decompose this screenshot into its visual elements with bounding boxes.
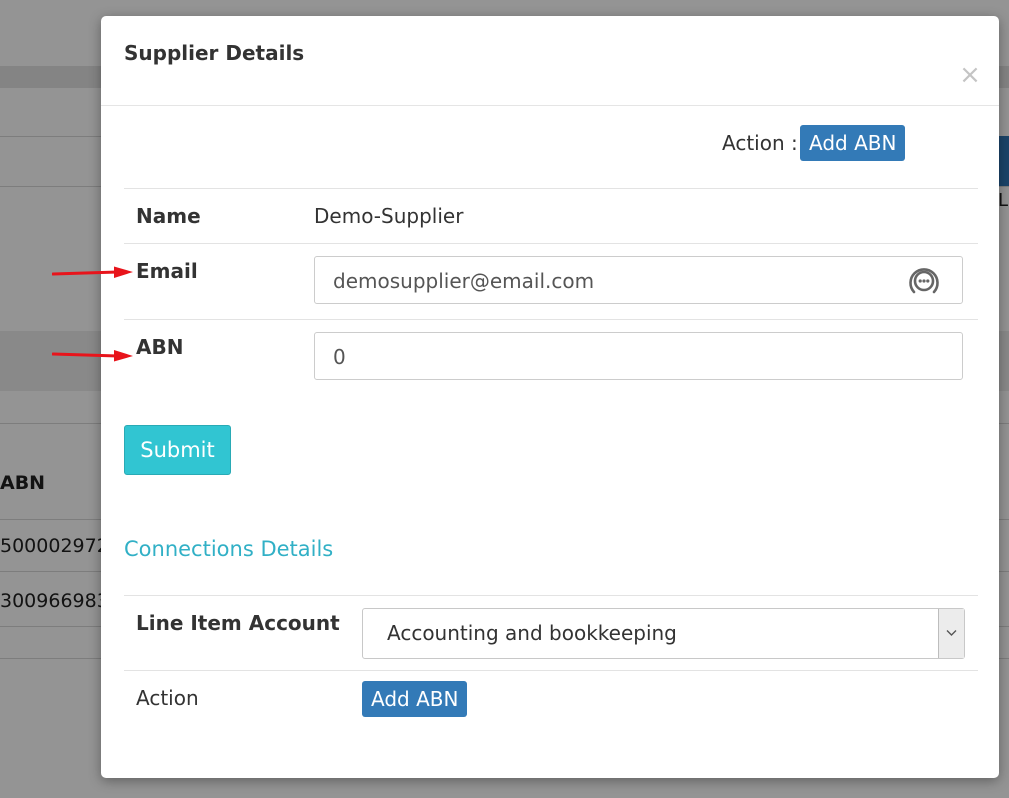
add-abn-button-top[interactable]: Add ABN <box>800 125 906 161</box>
row-divider <box>124 243 978 244</box>
name-label: Name <box>136 204 201 228</box>
abn-field[interactable]: 0 <box>314 332 963 380</box>
submit-button[interactable]: Submit <box>124 425 231 475</box>
row-divider <box>124 188 978 189</box>
close-icon[interactable]: × <box>959 62 981 88</box>
name-value: Demo-Supplier <box>314 204 464 228</box>
row-divider <box>124 595 978 596</box>
red-arrow-icon <box>52 266 133 278</box>
modal-header: Supplier Details × <box>101 16 999 106</box>
password-manager-icon[interactable] <box>906 263 942 299</box>
select-arrow[interactable] <box>938 609 964 658</box>
add-abn-button-bottom[interactable]: Add ABN <box>362 681 468 717</box>
abn-label: ABN <box>136 335 184 359</box>
modal-title: Supplier Details <box>124 41 305 65</box>
row-divider <box>124 319 978 320</box>
line-item-account-select[interactable]: Accounting and bookkeeping <box>362 608 965 659</box>
abn-field-value: 0 <box>333 345 346 369</box>
action-label: Action : <box>722 131 798 155</box>
red-arrow-icon <box>52 350 133 362</box>
chevron-down-icon <box>946 630 957 636</box>
supplier-details-modal: Supplier Details × Action : Add ABN Name… <box>101 16 999 778</box>
connection-action-label: Action <box>136 686 199 710</box>
email-field[interactable]: demosupplier@email.com <box>314 256 963 304</box>
line-item-account-selected: Accounting and bookkeeping <box>387 621 677 645</box>
row-divider <box>124 670 978 671</box>
line-item-account-label: Line Item Account <box>136 611 340 635</box>
email-label: Email <box>136 259 198 283</box>
connections-details-title: Connections Details <box>124 537 334 561</box>
email-field-value: demosupplier@email.com <box>333 269 595 293</box>
